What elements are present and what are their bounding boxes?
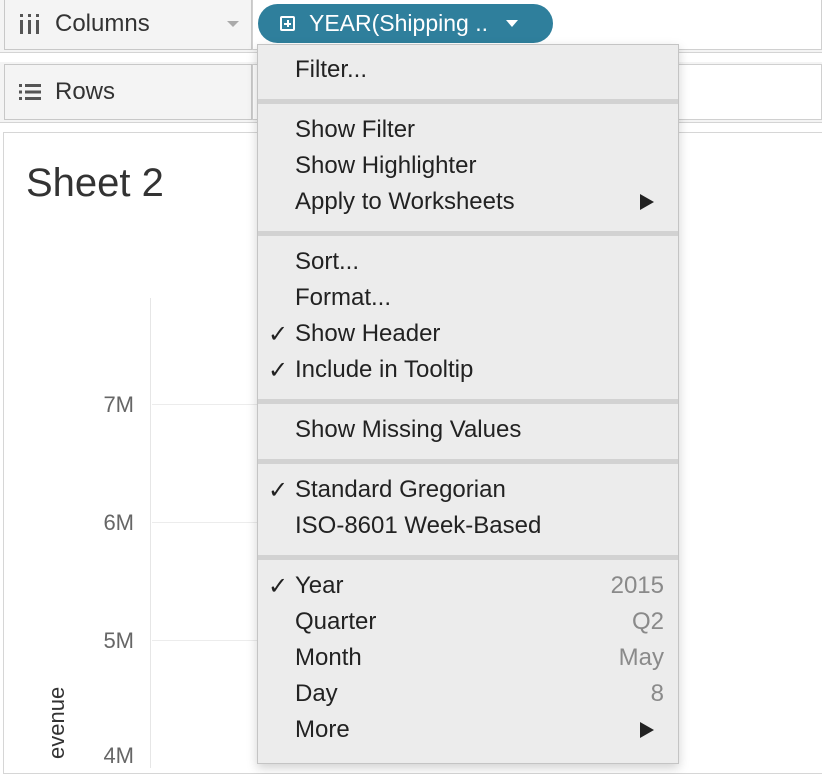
submenu-arrow-icon <box>640 194 654 210</box>
menu-item-month[interactable]: Month May <box>258 640 678 676</box>
menu-item-show-header[interactable]: ✓ Show Header <box>258 316 678 352</box>
menu-item-more[interactable]: More <box>258 712 678 748</box>
menu-item-filter[interactable]: Filter... <box>258 52 678 88</box>
menu-item-show-missing-values[interactable]: Show Missing Values <box>258 412 678 448</box>
quarter-example-value: Q2 <box>631 608 664 635</box>
menu-item-include-in-tooltip[interactable]: ✓ Include in Tooltip <box>258 352 678 388</box>
menu-separator <box>258 399 678 404</box>
checkmark-icon: ✓ <box>267 476 289 504</box>
y-axis-line <box>150 298 151 768</box>
year-example-value: 2015 <box>610 572 664 599</box>
checkmark-icon: ✓ <box>267 572 289 600</box>
columns-label: Columns <box>55 10 150 37</box>
menu-item-sort[interactable]: Sort... <box>258 244 678 280</box>
menu-separator <box>258 459 678 464</box>
y-tick-6m: 6M <box>103 510 134 535</box>
checkmark-icon: ✓ <box>267 320 289 348</box>
menu-separator <box>258 555 678 560</box>
menu-item-apply-to-worksheets[interactable]: Apply to Worksheets <box>258 184 678 220</box>
year-shipping-pill[interactable]: YEAR(Shipping .. <box>258 4 553 43</box>
menu-item-format[interactable]: Format... <box>258 280 678 316</box>
menu-item-quarter[interactable]: Quarter Q2 <box>258 604 678 640</box>
columns-shelf-label[interactable]: Columns <box>4 0 252 50</box>
chevron-down-icon[interactable] <box>227 21 239 27</box>
menu-item-year[interactable]: ✓ Year 2015 <box>258 568 678 604</box>
rows-shelf-label[interactable]: Rows <box>4 64 252 120</box>
month-example-value: May <box>618 644 664 671</box>
menu-item-show-highlighter[interactable]: Show Highlighter <box>258 148 678 184</box>
y-tick-5m: 5M <box>103 628 134 653</box>
checkmark-icon: ✓ <box>267 356 289 384</box>
gridline-7m <box>152 404 272 405</box>
gridline-6m <box>152 522 272 523</box>
menu-separator <box>258 99 678 104</box>
menu-item-day[interactable]: Day 8 <box>258 676 678 712</box>
day-example-value: 8 <box>650 680 664 707</box>
menu-item-show-filter[interactable]: Show Filter <box>258 112 678 148</box>
rows-label: Rows <box>55 78 116 105</box>
submenu-arrow-icon <box>640 722 654 738</box>
pill-context-menu: Filter... Show Filter Show Highlighter A… <box>257 44 679 764</box>
caret-down-icon[interactable] <box>505 20 518 27</box>
rows-icon <box>19 65 41 119</box>
menu-item-standard-gregorian[interactable]: ✓ Standard Gregorian <box>258 472 678 508</box>
columns-icon <box>19 0 41 49</box>
menu-separator <box>258 231 678 236</box>
gridline-5m <box>152 640 272 641</box>
menu-item-iso-week-based[interactable]: ISO-8601 Week-Based <box>258 508 678 544</box>
sheet-title: Sheet 2 <box>26 161 164 205</box>
pill-label: YEAR(Shipping .. <box>309 10 488 36</box>
y-axis-label: evenue <box>44 686 69 759</box>
y-tick-7m: 7M <box>103 392 134 417</box>
expand-plus-icon[interactable] <box>280 16 295 31</box>
